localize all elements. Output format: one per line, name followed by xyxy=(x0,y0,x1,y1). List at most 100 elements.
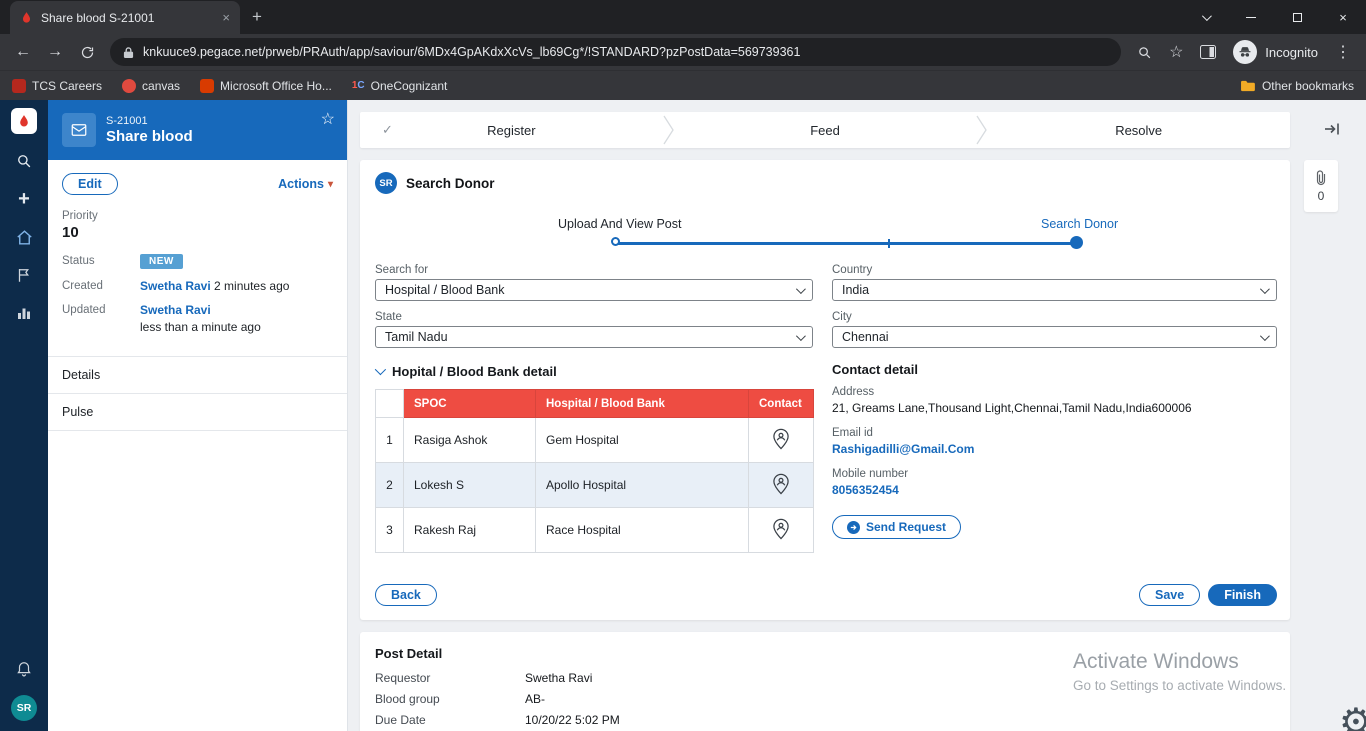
tcs-favicon-icon xyxy=(12,78,26,93)
tab-close-icon[interactable]: × xyxy=(222,10,230,25)
contact-detail-panel: Contact detail Address 21, Greams Lane,T… xyxy=(832,362,1277,553)
slider-track xyxy=(617,242,1077,245)
field-city: City Chennai xyxy=(832,311,1277,348)
rail-create-icon[interactable]: + xyxy=(13,188,35,210)
blood-group-label: Blood group xyxy=(375,692,440,706)
case-nav-pulse[interactable]: Pulse xyxy=(48,394,347,431)
table-row[interactable]: 2 Lokesh S Apollo Hospital xyxy=(375,462,814,508)
incognito-label: Incognito xyxy=(1265,44,1318,60)
attachments-widget[interactable]: 0 xyxy=(1304,160,1338,212)
country-select[interactable]: India xyxy=(832,279,1277,301)
step-check-icon: ✓ xyxy=(382,122,393,137)
search-for-select[interactable]: Hospital / Blood Bank xyxy=(375,279,813,301)
slider-left-label: Upload And View Post xyxy=(558,217,682,231)
send-request-button[interactable]: Send Request xyxy=(832,515,962,539)
step-resolve[interactable]: Resolve xyxy=(987,123,1290,138)
rail-home-icon[interactable] xyxy=(13,226,35,248)
bookmark-microsoft-office[interactable]: Microsoft Office Ho... xyxy=(200,78,332,93)
office-favicon-icon xyxy=(200,78,215,93)
chevron-down-icon xyxy=(795,283,806,294)
app-logo-icon[interactable] xyxy=(11,108,37,134)
rail-flag-icon[interactable] xyxy=(13,264,35,286)
created-by-link[interactable]: Swetha Ravi xyxy=(140,279,211,293)
bookmark-onecognizant[interactable]: 1C OneCognizant xyxy=(352,79,448,93)
browser-chrome: Share blood S-21001 × + × ← → knkuuce9.p… xyxy=(0,0,1366,100)
city-select[interactable]: Chennai xyxy=(832,326,1277,348)
field-search-for: Search for Hospital / Blood Bank xyxy=(375,264,813,301)
window-close-button[interactable]: × xyxy=(1320,0,1366,34)
rail-search-icon[interactable] xyxy=(13,150,35,172)
other-bookmarks-button[interactable]: Other bookmarks xyxy=(1240,79,1354,93)
actions-menu-button[interactable]: Actions ▾ xyxy=(278,177,333,191)
table-row[interactable]: 3 Rakesh Raj Race Hospital xyxy=(375,507,814,553)
bookmark-canvas[interactable]: canvas xyxy=(122,78,180,93)
save-button[interactable]: Save xyxy=(1138,584,1201,606)
edit-button[interactable]: Edit xyxy=(62,173,118,195)
browser-menu-icon[interactable]: ⋮ xyxy=(1328,37,1358,67)
search-icon[interactable] xyxy=(1129,37,1159,67)
table-header-hospital: Hospital / Blood Bank xyxy=(535,389,749,418)
follow-star-icon[interactable]: ☆ xyxy=(321,109,335,129)
contact-pin-icon[interactable] xyxy=(748,462,814,508)
assignment-title: Search Donor xyxy=(406,175,495,191)
bookmark-star-icon[interactable]: ☆ xyxy=(1161,37,1191,67)
status-badge: NEW xyxy=(140,254,183,269)
chevron-down-icon xyxy=(1259,283,1270,294)
user-avatar[interactable]: SR xyxy=(11,695,37,721)
attachments-count: 0 xyxy=(1317,188,1325,203)
settings-gear-icon[interactable]: ⚙ xyxy=(1339,704,1366,731)
updated-by-link[interactable]: Swetha Ravi xyxy=(140,303,211,317)
lock-icon xyxy=(123,46,134,58)
slider-right-label: Search Donor xyxy=(1041,217,1119,231)
search-for-label: Search for xyxy=(375,264,429,276)
side-panel-icon[interactable] xyxy=(1193,37,1223,67)
step-feed[interactable]: Feed xyxy=(674,123,977,138)
tab-title: Share blood S-21001 xyxy=(41,10,155,25)
contact-pin-icon[interactable] xyxy=(748,417,814,463)
state-label: State xyxy=(375,311,402,323)
created-time: 2 minutes ago xyxy=(214,279,290,293)
finish-button[interactable]: Finish xyxy=(1208,584,1277,606)
incognito-badge[interactable]: Incognito xyxy=(1225,40,1326,64)
browser-tab[interactable]: Share blood S-21001 × xyxy=(10,1,240,34)
field-state: State Tamil Nadu xyxy=(375,311,813,348)
case-panel: S-21001 Share blood ☆ Edit Actions ▾ Pri… xyxy=(48,100,348,731)
state-select[interactable]: Tamil Nadu xyxy=(375,326,813,348)
forward-icon[interactable]: → xyxy=(40,37,70,67)
case-header: S-21001 Share blood ☆ xyxy=(48,100,347,160)
bookmark-tcs-careers[interactable]: TCS Careers xyxy=(12,78,102,93)
priority-label: Priority xyxy=(62,210,98,222)
case-type-icon xyxy=(62,113,96,147)
priority-value: 10 xyxy=(62,224,79,241)
back-button[interactable]: Back xyxy=(375,584,437,606)
tab-search-chevron-icon[interactable] xyxy=(1182,0,1228,34)
paperclip-icon xyxy=(1316,169,1326,185)
case-nav-details[interactable]: Details xyxy=(48,357,347,394)
address-bar[interactable]: knkuuce9.pegace.net/prweb/PRAuth/app/sav… xyxy=(110,38,1122,66)
reload-icon[interactable] xyxy=(72,37,102,67)
incognito-icon xyxy=(1233,40,1258,64)
mobile-value[interactable]: 8056352454 xyxy=(832,483,1277,497)
section-chevron-icon xyxy=(374,363,387,376)
slider-handle-right[interactable] xyxy=(1070,236,1083,249)
collapse-panel-icon[interactable] xyxy=(1324,122,1340,141)
step-register[interactable]: Register xyxy=(360,123,663,138)
table-header-spoc: SPOC xyxy=(403,389,536,418)
table-row[interactable]: 1 Rasiga Ashok Gem Hospital xyxy=(375,417,814,463)
url-text: knkuuce9.pegace.net/prweb/PRAuth/app/sav… xyxy=(143,45,801,59)
search-donor-card: SR Search Donor Upload And View Post Sea… xyxy=(360,160,1290,620)
step-separator-icon xyxy=(976,115,988,145)
maximize-button[interactable] xyxy=(1274,0,1320,34)
notifications-bell-icon[interactable] xyxy=(13,657,35,679)
mobile-label: Mobile number xyxy=(832,468,909,480)
rail-reports-icon[interactable] xyxy=(13,302,35,324)
contact-pin-icon[interactable] xyxy=(748,507,814,553)
minimize-button[interactable] xyxy=(1228,0,1274,34)
back-icon[interactable]: ← xyxy=(8,37,38,67)
new-tab-button[interactable]: + xyxy=(252,7,262,27)
email-value[interactable]: Rashigadilli@Gmail.Com xyxy=(832,442,1277,456)
slider-handle-left[interactable] xyxy=(611,237,620,246)
case-stepper: ✓ Register Feed Resolve xyxy=(360,112,1290,148)
hospital-detail-section-header[interactable]: Hopital / Blood Bank detail xyxy=(374,362,813,380)
chevron-down-icon xyxy=(1259,330,1270,341)
